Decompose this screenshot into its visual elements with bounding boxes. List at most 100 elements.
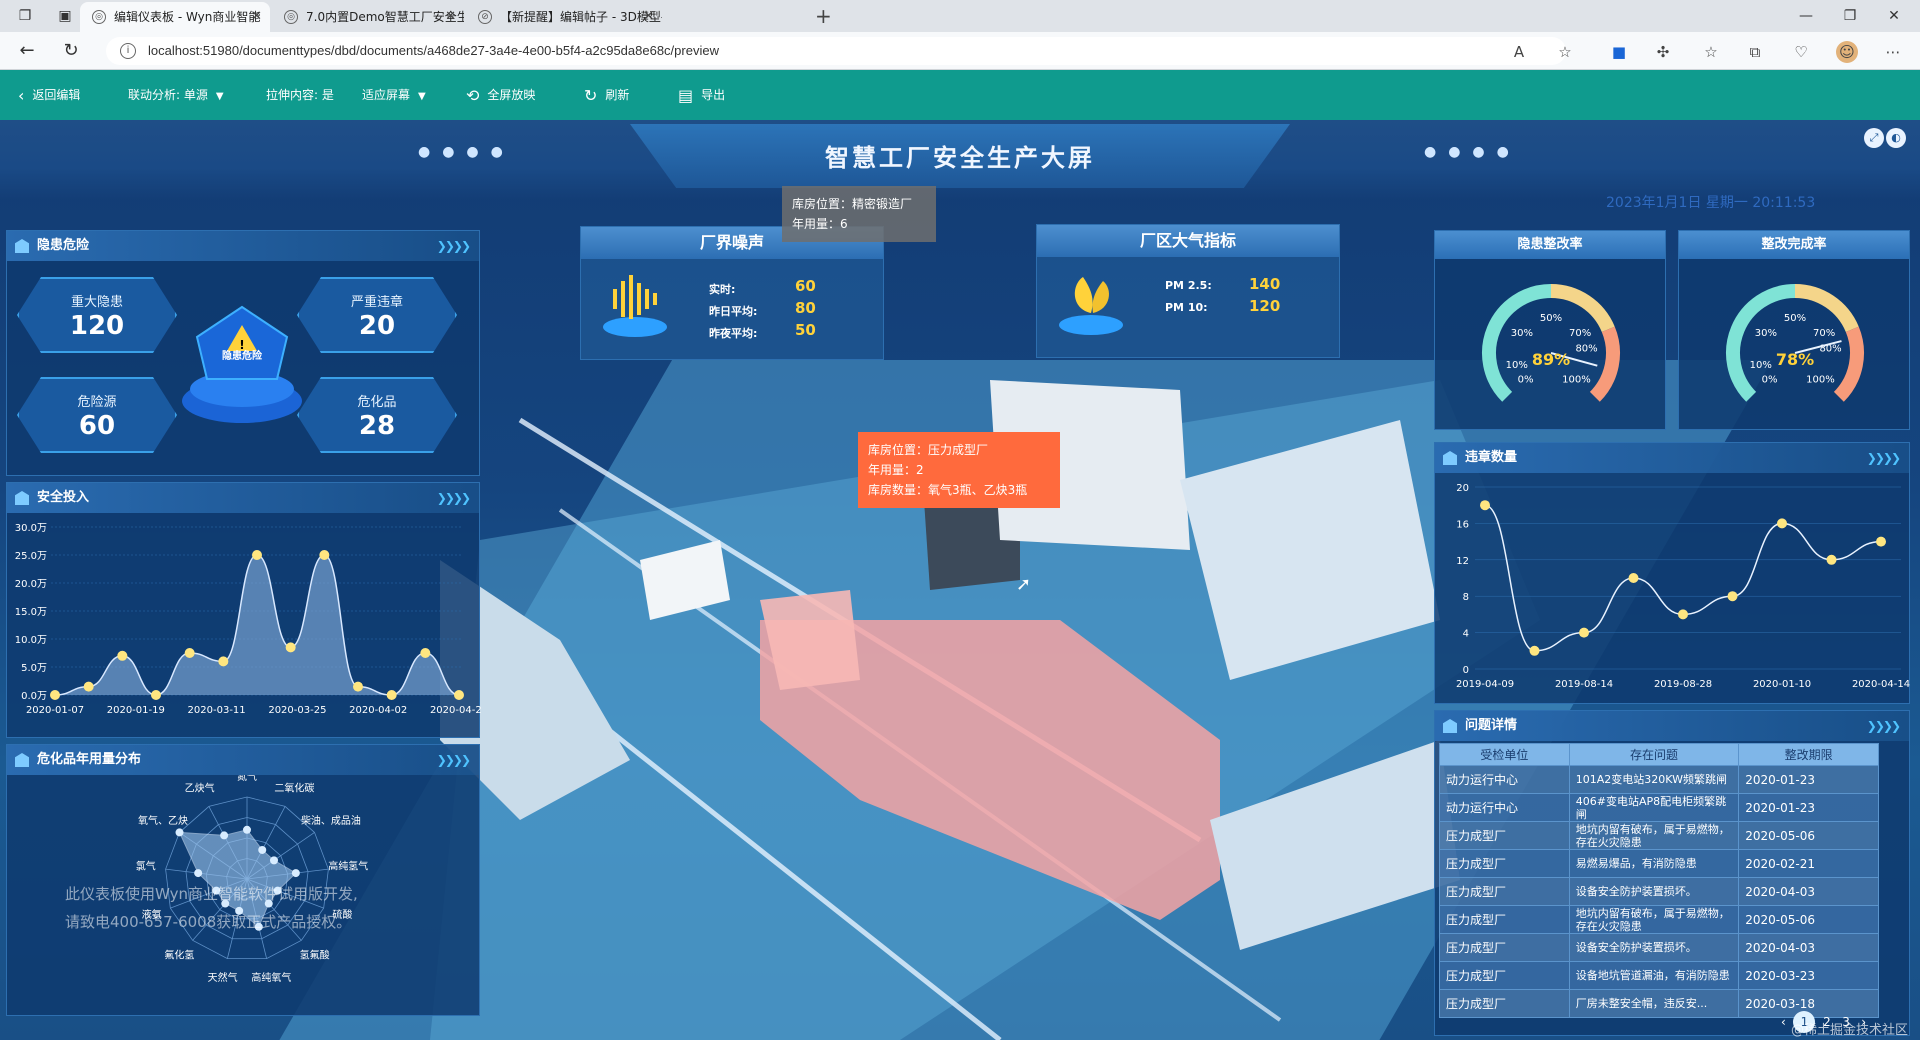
issues-panel: 问题详情 ❯❯❯❯ 受检单位 存在问题 整改期限 动力运行中心 101A2变电站32…: [1434, 710, 1910, 1036]
radar-label: 氢氟酸: [300, 948, 330, 961]
hazard-card[interactable]: 严重违章 20: [297, 277, 457, 353]
gauge-tick-label: 30%: [1755, 328, 1777, 339]
fit-screen-dropdown[interactable]: 适应屏幕 ▼: [362, 70, 426, 120]
favorite-star-icon[interactable]: ☆: [1554, 41, 1576, 63]
back-icon[interactable]: ←: [16, 40, 38, 62]
table-header-row: 受检单位 存在问题 整改期限: [1439, 743, 1879, 766]
hazard-center-pedestal: !: [182, 305, 302, 423]
browser-tab-2[interactable]: ◎ 7.0内置Demo智慧工厂安全生产大... ✕: [272, 2, 464, 32]
prev-page-icon[interactable]: ‹: [1781, 1015, 1786, 1029]
linkage-dropdown[interactable]: 联动分析: 单源 ▼: [128, 70, 224, 120]
table-row[interactable]: 压力成型厂 设备地坑管道漏油，有消防隐患 2020-03-23: [1439, 961, 1879, 990]
info-icon[interactable]: i: [120, 43, 136, 59]
hazard-card[interactable]: 危化品 28: [297, 377, 457, 453]
investment-panel: 安全投入 ❯❯❯❯ 0.0万 5.0万 10.0万 15.0万 20.0万 25.0万 30.…: [6, 482, 481, 738]
avatar[interactable]: ☺: [1836, 41, 1858, 63]
restore-icon[interactable]: ❐: [1830, 4, 1870, 28]
url-text[interactable]: localhost:51980/documenttypes/dbd/docume…: [148, 43, 719, 58]
table-row[interactable]: 动力运行中心 101A2变电站320KW频繁跳闸 2020-01-23: [1439, 765, 1879, 794]
close-tab-icon[interactable]: ✕: [251, 2, 262, 32]
tab-actions-icon[interactable]: ▣: [56, 7, 74, 25]
favorites-icon[interactable]: ☆: [1700, 41, 1722, 63]
collections-icon[interactable]: ⧉: [1744, 41, 1766, 63]
browser-tab-3[interactable]: ⊘ 【新提醒】编辑帖子 - 3D模型-E... ✕: [466, 2, 662, 32]
card-label: 危化品: [357, 395, 397, 410]
reload-icon[interactable]: ↻: [60, 40, 82, 62]
x-tick-label: 2020-03-11: [188, 705, 246, 716]
radar-point: [220, 831, 229, 840]
more-menu-icon[interactable]: ⋯: [1882, 41, 1904, 63]
issue-cell: 地坑内留有破布，属于易燃物，存在火灾隐患: [1568, 821, 1740, 850]
table-row[interactable]: 压力成型厂 易燃易爆品，有消防隐患 2020-02-21: [1439, 849, 1879, 878]
violation-line-chart[interactable]: 0 4 8 12 16 20 2019-04-09 2019-08-14 2019-08-28 2…: [1435, 473, 1911, 703]
table-row[interactable]: 压力成型厂 地坑内留有破布，属于易燃物，存在火灾隐患 2020-05-06: [1439, 821, 1879, 850]
unit-cell: 压力成型厂: [1439, 905, 1570, 934]
close-tab-icon[interactable]: ✕: [445, 2, 456, 32]
column-header[interactable]: 整改期限: [1738, 743, 1879, 766]
tooltip-line: 库房位置：压力成型厂: [868, 443, 989, 457]
export-button[interactable]: ▤ 导出: [678, 70, 725, 120]
gauge-chart[interactable]: 0% 10% 30% 50% 70% 80% 100% 89%: [1435, 261, 1667, 429]
unit-cell: 压力成型厂: [1439, 849, 1570, 878]
health-icon[interactable]: ♡: [1790, 41, 1812, 63]
puzzle-icon[interactable]: ✣: [1652, 41, 1674, 63]
header-decoration-right: ●●●●: [1424, 144, 1521, 160]
gauge-chart[interactable]: 0%10%30%50%70%80%100%78%: [1679, 261, 1911, 429]
hazard-card[interactable]: 重大隐患 120: [17, 277, 177, 353]
unit-cell: 动力运行中心: [1439, 765, 1570, 794]
deadline-cell: 2020-04-03: [1738, 933, 1879, 962]
minimize-icon[interactable]: —: [1786, 4, 1826, 28]
panel-icon: [1443, 719, 1457, 733]
gauge-tick-label: 100%: [1806, 374, 1835, 385]
extension-icon[interactable]: ■: [1608, 41, 1630, 63]
y-tick-label: 16: [1456, 519, 1469, 530]
new-tab-icon[interactable]: +: [815, 4, 832, 28]
fullscreen-button[interactable]: ⟲ 全屏放映: [466, 70, 535, 120]
table-row[interactable]: 压力成型厂 设备安全防护装置损坏。 2020-04-03: [1439, 933, 1879, 962]
gauge-title: 整改完成率: [1679, 231, 1909, 259]
close-window-icon[interactable]: ✕: [1874, 4, 1914, 28]
radar-point: [269, 856, 278, 865]
x-tick-label: 2020-03-25: [268, 705, 326, 716]
column-header[interactable]: 受检单位: [1439, 743, 1570, 766]
data-point: [319, 550, 330, 560]
arrows-icon: ❯❯❯❯: [1866, 451, 1901, 465]
table-row[interactable]: 压力成型厂 设备安全防护装置损坏。 2020-04-03: [1439, 877, 1879, 906]
back-to-edit-button[interactable]: ‹ 返回编辑: [18, 70, 80, 120]
refresh-button[interactable]: ↻ 刷新: [584, 70, 629, 120]
radar-label: 柴油、成品油: [301, 814, 361, 827]
fullscreen-toggle-icon[interactable]: ⤢: [1864, 128, 1884, 148]
browser-tab-1[interactable]: ◎ 编辑仪表板 - Wyn商业智能 ✕: [80, 2, 270, 32]
hazard-card[interactable]: 危险源 60: [17, 377, 177, 453]
air-quality-card[interactable]: 厂区大气指标 PM 2.5: 140 PM 10: 120: [1036, 224, 1340, 358]
data-point: [218, 656, 229, 667]
dashboard-title: 智慧工厂安全生产大屏: [825, 144, 1095, 172]
gauge-value: 89%: [1532, 350, 1570, 369]
read-aloud-icon[interactable]: A: [1508, 41, 1530, 63]
workspaces-icon[interactable]: ❐: [16, 7, 34, 25]
issue-cell: 设备安全防护装置损坏。: [1568, 933, 1740, 962]
data-point: [1628, 573, 1639, 583]
url-box[interactable]: i localhost:51980/documenttypes/dbd/docu…: [106, 37, 1566, 65]
y-tick-label: 0.0万: [21, 691, 47, 702]
deadline-cell: 2020-04-03: [1738, 877, 1879, 906]
investment-area-chart[interactable]: 0.0万 5.0万 10.0万 15.0万 20.0万 25.0万 30.0万 2020-01…: [7, 513, 481, 737]
table-row[interactable]: 压力成型厂 地坑内留有破布，属于易燃物，存在火灾隐患 2020-05-06: [1439, 905, 1879, 934]
info-corner-icon[interactable]: ◐: [1886, 128, 1906, 148]
radar-point: [258, 845, 267, 854]
column-header[interactable]: 存在问题: [1568, 743, 1740, 766]
gauge-title: 隐患整改率: [1435, 231, 1665, 259]
gauge-tick-label: 70%: [1569, 328, 1591, 339]
issue-cell: 厂房未整安全帽，违反安...: [1568, 989, 1740, 1018]
stretch-toggle[interactable]: 拉伸内容: 是: [266, 70, 334, 120]
series-line: [1484, 504, 1882, 652]
hazard-panel-title: 隐患危险: [37, 238, 90, 253]
noise-card[interactable]: 厂界噪声 实时: 60 昨日平均: 80 昨夜平均: 50: [580, 226, 884, 360]
tab-3-label: 【新提醒】编辑帖子 - 3D模型-E...: [500, 10, 662, 24]
close-tab-icon[interactable]: ✕: [643, 2, 654, 32]
noise-row-value: 50: [795, 321, 816, 339]
table-row[interactable]: 动力运行中心 406#变电站AP8配电柜频繁跳闸 2020-01-23: [1439, 793, 1879, 822]
gauge-tick-label: 50%: [1784, 313, 1806, 324]
data-point: [353, 681, 363, 692]
radar-point: [243, 825, 251, 834]
